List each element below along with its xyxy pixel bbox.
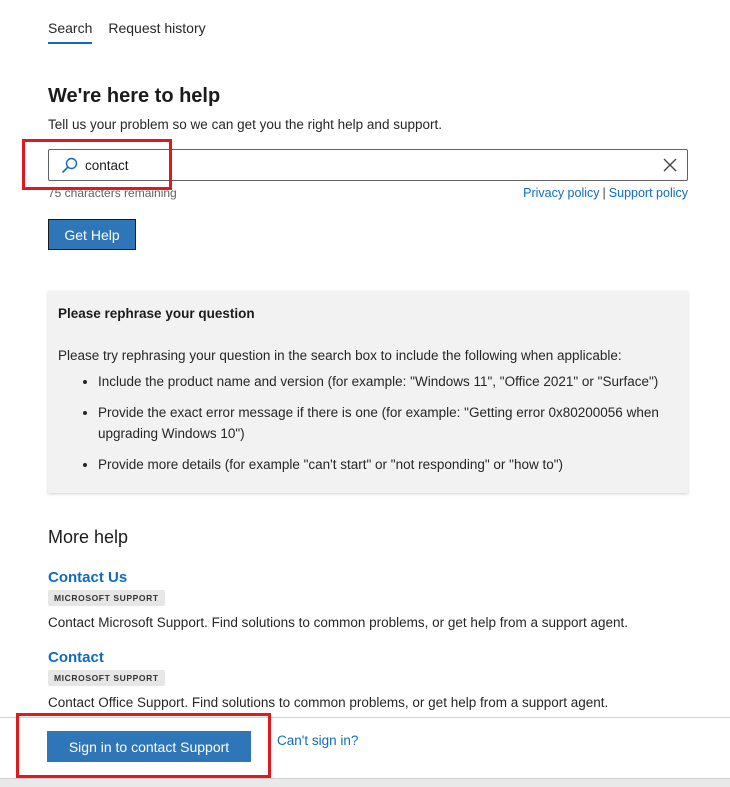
more-help-heading: More help	[48, 527, 129, 547]
rephrase-title: Please rephrase your question	[58, 306, 255, 321]
privacy-policy-link[interactable]: Privacy policy	[523, 186, 599, 200]
rephrase-list: Include the product name and version (fo…	[58, 371, 678, 475]
link-separator: |	[602, 186, 606, 200]
list-item: Include the product name and version (fo…	[98, 371, 678, 392]
rephrase-panel: Please rephrase your question Please try…	[48, 291, 688, 493]
policy-links: Privacy policy | Support policy	[523, 186, 688, 200]
tab-bar: Search Request history	[48, 20, 206, 44]
source-badge: MICROSOFT SUPPORT	[48, 670, 165, 686]
result-title-link[interactable]: Contact	[48, 649, 608, 666]
page-subtitle: Tell us your problem so we can get you t…	[48, 117, 442, 132]
rephrase-intro: Please try rephrasing your question in t…	[58, 348, 622, 363]
source-badge: MICROSOFT SUPPORT	[48, 590, 165, 606]
search-icon	[62, 157, 78, 173]
footer-divider	[0, 717, 730, 718]
cant-sign-in-link[interactable]: Can't sign in?	[277, 733, 358, 748]
result-description: Contact Office Support. Find solutions t…	[48, 695, 609, 710]
result-title-link[interactable]: Contact Us	[48, 569, 628, 586]
list-item: Provide the exact error message if there…	[98, 402, 678, 444]
bottom-scrollbar[interactable]	[0, 778, 730, 787]
characters-remaining: 75 characters remaining	[48, 186, 177, 200]
result-item: Contact Us MICROSOFT SUPPORT Contact Mic…	[48, 569, 628, 630]
page-title: We're here to help	[48, 85, 221, 107]
search-box[interactable]	[48, 149, 688, 181]
search-input[interactable]	[85, 157, 663, 173]
result-description: Contact Microsoft Support. Find solution…	[48, 615, 629, 630]
result-item: Contact MICROSOFT SUPPORT Contact Office…	[48, 649, 608, 710]
list-item: Provide more details (for example "can't…	[98, 454, 678, 475]
sign-in-button[interactable]: Sign in to contact Support	[47, 731, 251, 762]
get-help-button[interactable]: Get Help	[48, 219, 136, 250]
support-policy-link[interactable]: Support policy	[609, 186, 688, 200]
tab-request-history[interactable]: Request history	[108, 20, 205, 44]
tab-search[interactable]: Search	[48, 20, 93, 44]
close-icon[interactable]	[663, 158, 677, 172]
